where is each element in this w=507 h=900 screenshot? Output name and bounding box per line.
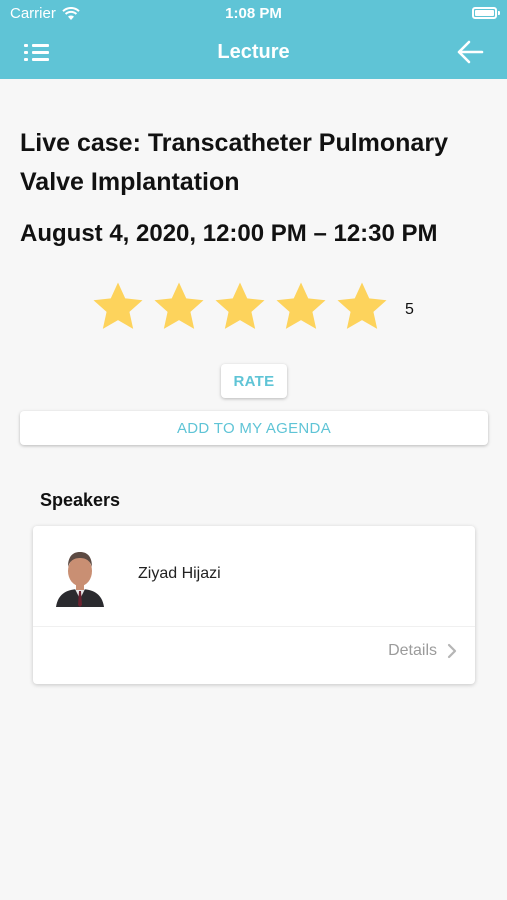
avatar <box>54 543 106 607</box>
star-rating <box>90 276 390 338</box>
chevron-right-icon <box>447 643 457 659</box>
speakers-heading: Speakers <box>40 490 121 510</box>
star-icon[interactable] <box>334 278 390 336</box>
status-bar: Carrier 1:08 PM <box>0 0 507 28</box>
arrow-left-icon[interactable] <box>455 38 485 66</box>
star-icon[interactable] <box>273 278 329 336</box>
page-header-title: Lecture <box>217 41 290 63</box>
lecture-title: Live case: Transcatheter Pulmonary Valve… <box>20 129 448 196</box>
speaker-card[interactable]: Ziyad Hijazi Details <box>33 526 475 684</box>
star-icon[interactable] <box>151 278 207 336</box>
speaker-name: Ziyad Hijazi <box>138 565 221 582</box>
star-icon[interactable] <box>212 278 268 336</box>
rating-value: 5 <box>405 301 414 318</box>
card-divider <box>33 626 475 627</box>
add-to-agenda-button[interactable]: ADD TO MY AGENDA <box>20 411 488 445</box>
nav-bar: Lecture <box>0 28 507 79</box>
app-header: Carrier 1:08 PM Lecture <box>0 0 507 79</box>
status-time: 1:08 PM <box>225 5 282 22</box>
star-icon[interactable] <box>90 278 146 336</box>
rate-button[interactable]: RATE <box>221 364 287 398</box>
details-label: Details <box>388 642 437 659</box>
lecture-datetime: August 4, 2020, 12:00 PM – 12:30 PM <box>20 220 438 247</box>
battery-icon <box>472 7 500 19</box>
details-link[interactable]: Details <box>388 642 457 660</box>
